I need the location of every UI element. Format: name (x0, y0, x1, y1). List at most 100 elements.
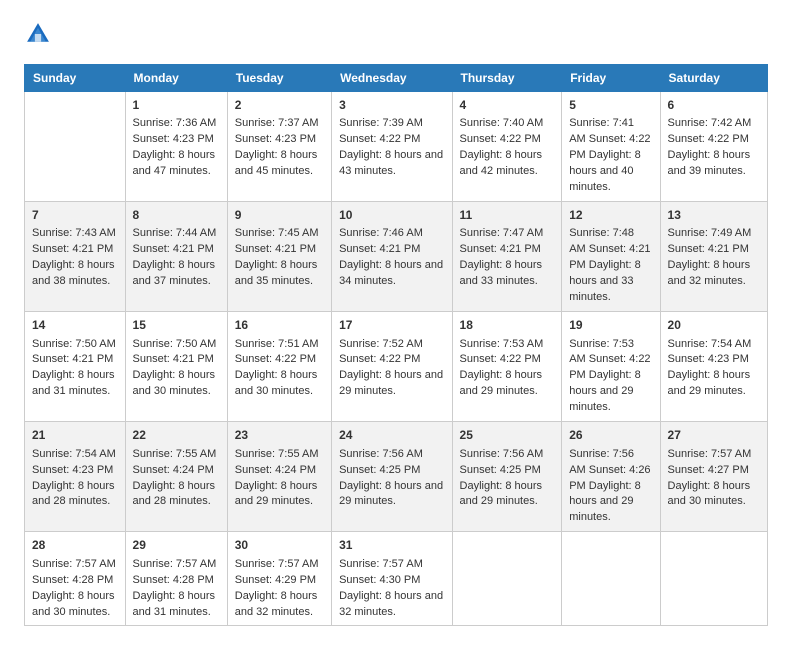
day-number: 28 (32, 537, 118, 554)
day-info: Sunrise: 7:45 AM (235, 227, 319, 239)
day-info: Daylight: 8 hours (32, 590, 115, 602)
calendar-cell: 20Sunrise: 7:54 AM Sunset: 4:23 PM Dayli… (660, 312, 767, 422)
calendar-cell: 15Sunrise: 7:50 AM Sunset: 4:21 PM Dayli… (125, 312, 227, 422)
day-info: Sunrise: 7:50 AM (133, 338, 217, 350)
day-number: 23 (235, 427, 324, 444)
day-info: Sunset: 4:30 PM (339, 574, 420, 586)
calendar-cell: 11Sunrise: 7:47 AM Sunset: 4:21 PM Dayli… (452, 202, 562, 312)
day-info: and 32 minutes. (668, 275, 746, 287)
day-info: Sunrise: 7:55 AM (235, 448, 319, 460)
calendar-cell: 9Sunrise: 7:45 AM Sunset: 4:21 PM Daylig… (227, 202, 331, 312)
calendar-cell: 8Sunrise: 7:44 AM Sunset: 4:21 PM Daylig… (125, 202, 227, 312)
logo (24, 20, 56, 48)
day-number: 25 (460, 427, 555, 444)
day-number: 27 (668, 427, 760, 444)
day-number: 29 (133, 537, 220, 554)
day-number: 8 (133, 207, 220, 224)
day-number: 5 (569, 97, 652, 114)
day-info: Sunset: 4:21 PM (235, 243, 316, 255)
calendar-cell: 21Sunrise: 7:54 AM Sunset: 4:23 PM Dayli… (25, 422, 126, 532)
calendar-week-row: 14 Sunrise: 7:50 AM Sunset: 4:21 PM Dayli… (25, 312, 768, 422)
day-info: Sunrise: 7:46 AM (339, 227, 423, 239)
day-number: 24 (339, 427, 444, 444)
day-info: Sunset: 4:21 PM (32, 243, 113, 255)
day-info: Sunset: 4:23 PM (32, 464, 113, 476)
day-info: Sunrise: 7:54 AM (32, 448, 116, 460)
calendar-cell: 16Sunrise: 7:51 AM Sunset: 4:22 PM Dayli… (227, 312, 331, 422)
day-info: Daylight: 8 hours (668, 149, 751, 161)
calendar-cell: 7Sunrise: 7:43 AM Sunset: 4:21 PM Daylig… (25, 202, 126, 312)
calendar-cell: 3Sunrise: 7:39 AM Sunset: 4:22 PM Daylig… (332, 92, 452, 202)
day-number: 7 (32, 207, 118, 224)
day-info: Sunrise: 7:53 AM (460, 338, 544, 350)
calendar-cell: 26Sunrise: 7:56 AM Sunset: 4:26 PM Dayli… (562, 422, 660, 532)
day-info: and 45 minutes. (235, 165, 313, 177)
day-info: Daylight: 8 hours (32, 369, 115, 381)
day-number: 18 (460, 317, 555, 334)
day-info: Daylight: 8 hours (339, 259, 422, 271)
calendar-cell: 25Sunrise: 7:56 AM Sunset: 4:25 PM Dayli… (452, 422, 562, 532)
day-info: Daylight: 8 hours (668, 259, 751, 271)
day-info: Sunset: 4:27 PM (668, 464, 749, 476)
day-info: and 29 minutes. (668, 385, 746, 397)
day-number: 21 (32, 427, 118, 444)
calendar-cell: 27Sunrise: 7:57 AM Sunset: 4:27 PM Dayli… (660, 422, 767, 532)
day-info: Daylight: 8 hours (460, 369, 543, 381)
day-number: 17 (339, 317, 444, 334)
day-info: Sunset: 4:22 PM (235, 353, 316, 365)
page-header (24, 20, 768, 48)
day-info: and 38 minutes. (32, 275, 110, 287)
weekday-header-friday: Friday (562, 65, 660, 92)
weekday-header-row: SundayMondayTuesdayWednesdayThursdayFrid… (25, 65, 768, 92)
day-info: Sunrise: 7:47 AM (460, 227, 544, 239)
day-info: Sunrise: 7:57 AM (668, 448, 752, 460)
day-info: Sunset: 4:24 PM (235, 464, 316, 476)
day-info: Sunrise: 7:39 AM (339, 117, 423, 129)
day-info: Daylight: 8 hours (339, 590, 422, 602)
day-info: Sunset: 4:22 PM (339, 133, 420, 145)
day-info: Sunrise: 7:40 AM (460, 117, 544, 129)
weekday-header-saturday: Saturday (660, 65, 767, 92)
day-info: and 35 minutes. (235, 275, 313, 287)
day-info: Sunset: 4:21 PM (460, 243, 541, 255)
day-info: Daylight: 8 hours (133, 480, 216, 492)
day-info: Daylight: 8 hours (460, 259, 543, 271)
day-info: and 39 minutes. (668, 165, 746, 177)
day-info: Sunset: 4:22 PM (668, 133, 749, 145)
day-info: and 30 minutes. (133, 385, 211, 397)
day-info: Daylight: 8 hours (133, 369, 216, 381)
day-info: Sunset: 4:23 PM (133, 133, 214, 145)
day-info: and 37 minutes. (133, 275, 211, 287)
day-number: 9 (235, 207, 324, 224)
day-info: Sunrise: 7:57 AM (235, 558, 319, 570)
day-info: Sunrise: 7:52 AM (339, 338, 423, 350)
day-info: Sunset: 4:21 PM (133, 243, 214, 255)
weekday-header-wednesday: Wednesday (332, 65, 452, 92)
logo-icon (24, 20, 52, 48)
day-info: Sunset: 4:24 PM (133, 464, 214, 476)
day-info: and 47 minutes. (133, 165, 211, 177)
calendar-week-row: 7Sunrise: 7:43 AM Sunset: 4:21 PM Daylig… (25, 202, 768, 312)
day-info: Sunrise: 7:57 AM (133, 558, 217, 570)
calendar-cell: 4Sunrise: 7:40 AM Sunset: 4:22 PM Daylig… (452, 92, 562, 202)
day-info: and 31 minutes. (32, 385, 110, 397)
calendar-cell: 23Sunrise: 7:55 AM Sunset: 4:24 PM Dayli… (227, 422, 331, 532)
day-info: Sunrise: 7:37 AM (235, 117, 319, 129)
day-info: Sunset: 4:22 PM (460, 133, 541, 145)
day-info: and 28 minutes. (133, 495, 211, 507)
calendar-cell: 24Sunrise: 7:56 AM Sunset: 4:25 PM Dayli… (332, 422, 452, 532)
day-info: Sunrise: 7:49 AM (668, 227, 752, 239)
day-info: Sunrise: 7:56 AM (460, 448, 544, 460)
day-info: Sunrise: 7:42 AM (668, 117, 752, 129)
day-info: Sunset: 4:21 PM (133, 353, 214, 365)
calendar-cell: 1Sunrise: 7:36 AM Sunset: 4:23 PM Daylig… (125, 92, 227, 202)
day-info: and 29 minutes. (235, 495, 313, 507)
day-info: Daylight: 8 hours (339, 149, 422, 161)
day-info: Sunrise: 7:50 AM (32, 338, 116, 350)
calendar-week-row: 1Sunrise: 7:36 AM Sunset: 4:23 PM Daylig… (25, 92, 768, 202)
day-info: and 33 minutes. (460, 275, 538, 287)
calendar-cell: 17Sunrise: 7:52 AM Sunset: 4:22 PM Dayli… (332, 312, 452, 422)
weekday-header-tuesday: Tuesday (227, 65, 331, 92)
day-number: 14 (32, 317, 118, 334)
day-number: 1 (133, 97, 220, 114)
